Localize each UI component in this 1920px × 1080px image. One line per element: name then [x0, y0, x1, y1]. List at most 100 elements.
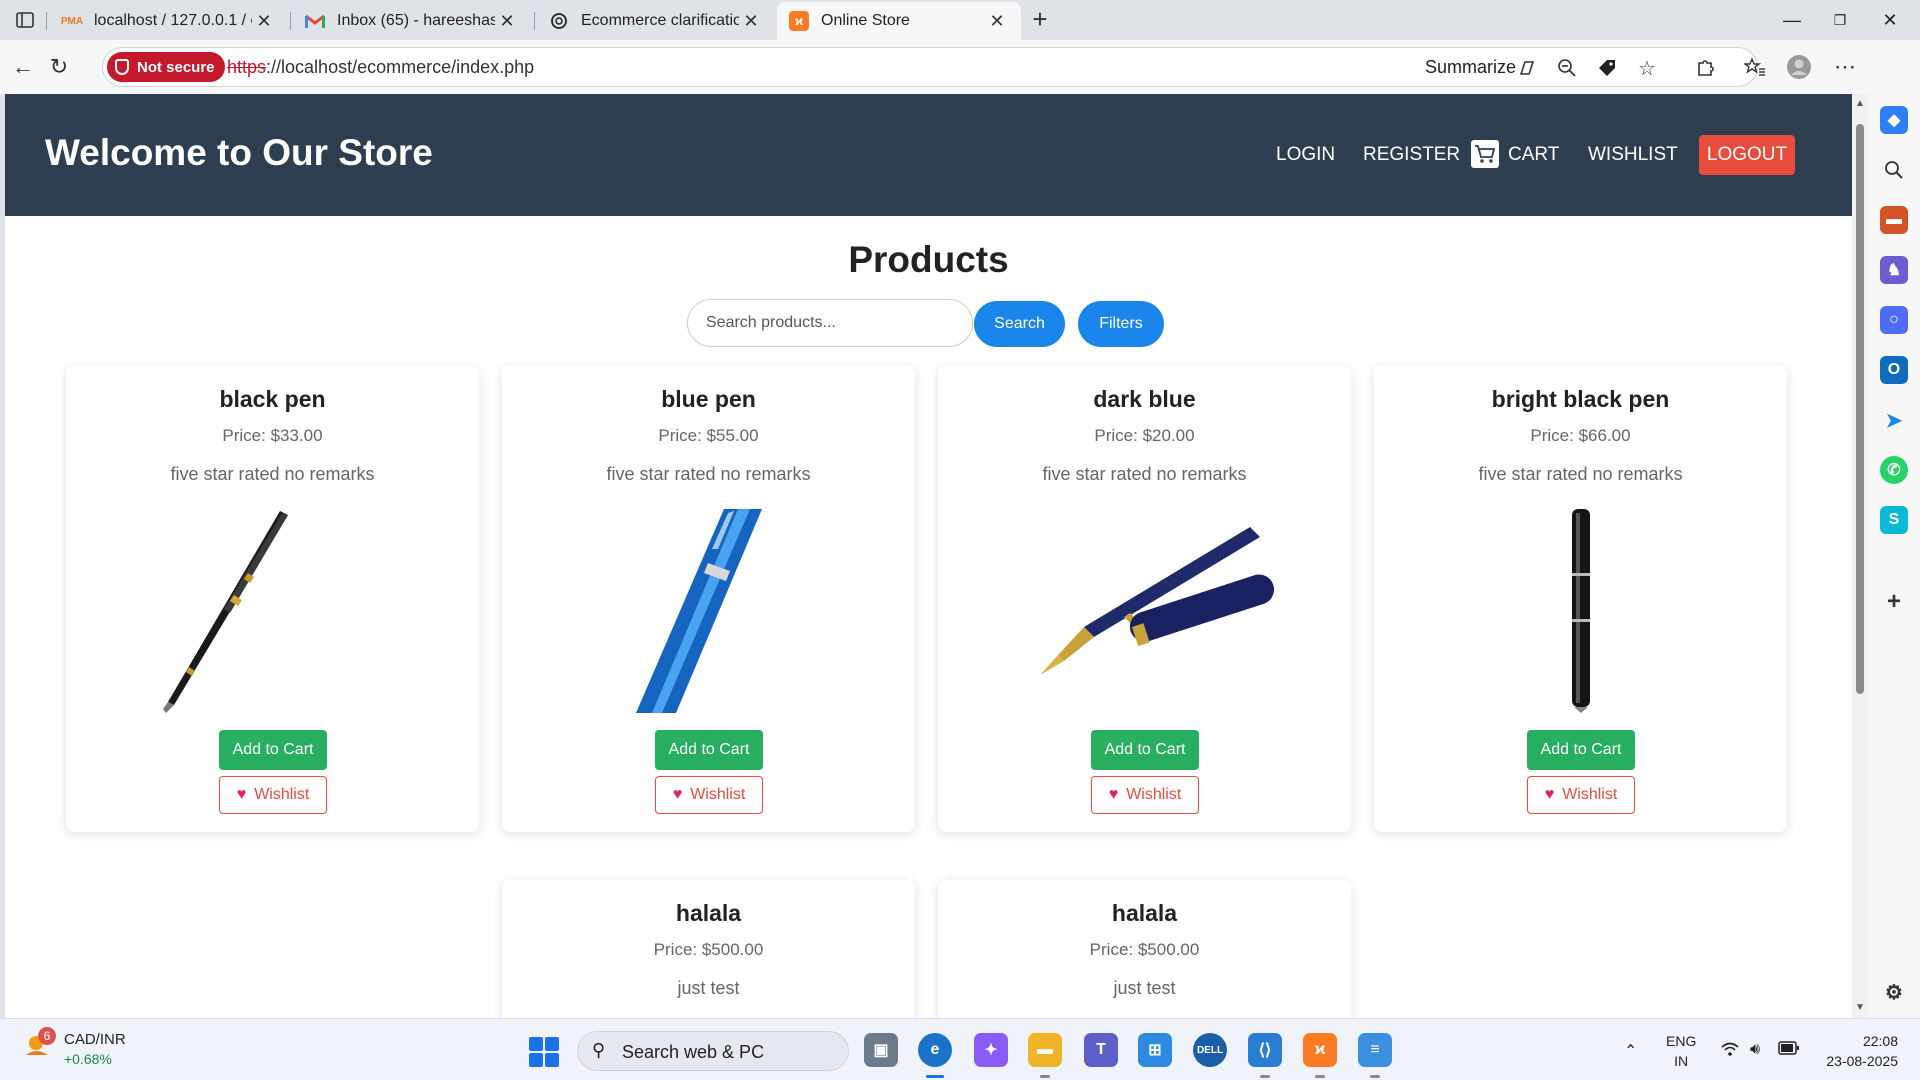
app-s-icon[interactable]: S — [1880, 506, 1908, 534]
dell-icon[interactable]: DELL — [1193, 1033, 1227, 1067]
scrollbar-thumb[interactable] — [1856, 124, 1864, 694]
add-to-cart-button[interactable]: Add to Cart — [655, 730, 763, 770]
site-header: Welcome to Our Store LOGIN REGISTER CART… — [5, 94, 1852, 216]
profile-avatar-icon[interactable] — [1784, 52, 1814, 82]
nav-register-link[interactable]: REGISTER — [1363, 144, 1460, 166]
heart-icon: ♥ — [1108, 786, 1119, 803]
telegram-icon[interactable]: ➤ — [1880, 406, 1908, 434]
close-icon[interactable]: ✕ — [985, 11, 1009, 32]
product-price: Price: $33.00 — [222, 426, 323, 445]
wifi-icon[interactable] — [1720, 1041, 1740, 1062]
page-viewport: Welcome to Our Store LOGIN REGISTER CART… — [5, 94, 1868, 1018]
add-to-cart-button[interactable]: Add to Cart — [1527, 730, 1635, 770]
edge-browser-icon[interactable]: e — [918, 1033, 952, 1067]
whatsapp-icon[interactable]: ✆ — [1880, 456, 1908, 484]
close-window-icon[interactable]: ✕ — [1866, 0, 1914, 40]
wishlist-button[interactable]: ♥ Wishlist — [1527, 776, 1635, 814]
file-explorer-icon[interactable]: ▬ — [1028, 1033, 1062, 1067]
scroll-down-arrow-icon[interactable]: ▼ — [1855, 1002, 1865, 1013]
clock[interactable]: 22:08 23-08-2025 — [1818, 1031, 1898, 1071]
minimize-icon[interactable]: — — [1768, 0, 1816, 40]
notepad-icon[interactable]: ≡ — [1358, 1033, 1392, 1067]
ticker-label[interactable]: CAD/INR — [64, 1031, 126, 1048]
windows-start-icon[interactable] — [529, 1037, 559, 1067]
vscode-icon[interactable]: ⟨⟩ — [1248, 1033, 1282, 1067]
xampp-icon[interactable]: ϰ — [1303, 1033, 1337, 1067]
clock-time: 22:08 — [1862, 1033, 1898, 1049]
search-icon[interactable] — [1880, 156, 1908, 184]
product-description: five star rated no remarks — [606, 464, 811, 484]
summarize-button[interactable]: Summarize — [1425, 57, 1516, 78]
tab-actions-icon[interactable] — [10, 5, 40, 35]
settings-gear-icon[interactable]: ⚙ — [1880, 978, 1908, 1006]
search-button[interactable]: Search — [974, 301, 1065, 347]
nav-wishlist-link[interactable]: WISHLIST — [1588, 144, 1678, 166]
show-hidden-icons-chevron-icon[interactable]: ⌃ — [1624, 1041, 1637, 1061]
product-card: dark blue Price: $20.00 five star rated … — [938, 366, 1351, 832]
outlook-icon[interactable]: O — [1880, 356, 1908, 384]
ticker-change: +0.68% — [64, 1051, 112, 1067]
close-icon[interactable]: ✕ — [739, 11, 763, 32]
new-tab-icon[interactable]: + — [1025, 4, 1055, 34]
product-card: halala Price: $500.00 just test — [502, 880, 915, 1018]
extensions-icon[interactable] — [1690, 52, 1720, 82]
wishlist-button[interactable]: ♥ Wishlist — [1091, 776, 1199, 814]
restore-icon[interactable]: ❐ — [1816, 0, 1864, 40]
product-name: black pen — [219, 386, 326, 412]
tab-chatgpt[interactable]: Ecommerce clarification request ✕ — [537, 2, 775, 40]
coupon-tag-icon[interactable] — [1593, 54, 1621, 82]
more-options-icon[interactable]: ⋯ — [1830, 52, 1860, 82]
product-price: Price: $20.00 — [1094, 426, 1195, 445]
copilot-app-icon[interactable]: ✦ — [974, 1033, 1008, 1067]
copilot-summarize-icon[interactable] — [1513, 54, 1541, 82]
toolbox-icon[interactable]: ▬ — [1880, 206, 1908, 234]
shopping-tag-icon[interactable]: ◆ — [1880, 106, 1908, 134]
back-icon[interactable]: ← — [8, 52, 38, 82]
page-scrollbar[interactable]: ▲ ▼ — [1852, 94, 1868, 1018]
logout-button[interactable]: LOGOUT — [1699, 135, 1795, 175]
product-card: black pen Price: $33.00 five star rated … — [66, 366, 479, 832]
url-text[interactable]: https://localhost/ecommerce/index.php — [227, 57, 534, 78]
product-search-input[interactable] — [687, 299, 973, 347]
favorite-star-icon[interactable]: ☆ — [1633, 54, 1661, 82]
refresh-icon[interactable]: ↻ — [44, 52, 74, 82]
products-heading: Products — [848, 239, 1009, 280]
chess-games-icon[interactable]: ♞ — [1880, 256, 1908, 284]
favorites-icon[interactable] — [1740, 52, 1770, 82]
tab-title: Online Store — [821, 12, 910, 29]
language-indicator[interactable]: ENG IN — [1666, 1031, 1696, 1071]
phpmyadmin-icon: PMA — [60, 15, 84, 27]
product-card: bright black pen Price: $66.00 five star… — [1374, 366, 1787, 832]
teams-icon[interactable]: T — [1084, 1033, 1118, 1067]
wishlist-label: Wishlist — [1562, 786, 1618, 803]
microsoft-store-icon[interactable]: ⊞ — [1138, 1033, 1172, 1067]
tab-phpmyadmin[interactable]: PMA localhost / 127.0.0.1 / ecommerce ✕ — [50, 2, 288, 40]
close-icon[interactable]: ✕ — [252, 11, 276, 32]
language-code: ENG — [1666, 1033, 1697, 1049]
scroll-up-arrow-icon[interactable]: ▲ — [1855, 98, 1865, 109]
product-description: just test — [1113, 978, 1176, 998]
add-to-cart-button[interactable]: Add to Cart — [1091, 730, 1199, 770]
not-secure-badge[interactable]: Not secure — [107, 52, 225, 82]
url-rest: ://localhost/ecommerce/index.php — [266, 57, 535, 77]
zoom-out-icon[interactable] — [1553, 54, 1581, 82]
cart-icon[interactable] — [1471, 140, 1499, 168]
wishlist-button[interactable]: ♥ Wishlist — [219, 776, 327, 814]
close-icon[interactable]: ✕ — [495, 11, 519, 32]
volume-icon[interactable]: 🔊︎ — [1750, 1041, 1760, 1059]
microsoft-365-icon[interactable]: ○ — [1880, 306, 1908, 334]
battery-icon[interactable] — [1778, 1041, 1800, 1060]
nav-login-link[interactable]: LOGIN — [1276, 144, 1335, 166]
wishlist-button[interactable]: ♥ Wishlist — [655, 776, 763, 814]
taskbar-search-box[interactable]: ⚲ Search web & PC — [577, 1031, 849, 1071]
add-sidebar-app-icon[interactable]: + — [1880, 588, 1908, 616]
task-view-icon[interactable]: ▣ — [864, 1033, 898, 1067]
browser-tab-strip: PMA localhost / 127.0.0.1 / ecommerce ✕ … — [0, 0, 1920, 40]
tab-gmail[interactable]: Inbox (65) - hareeshass4@gmail.c ✕ — [293, 2, 531, 40]
tab-online-store[interactable]: ϰ Online Store ✕ — [777, 2, 1021, 40]
add-to-cart-button[interactable]: Add to Cart — [219, 730, 327, 770]
address-bar[interactable]: Not secure https://localhost/ecommerce/i… — [102, 47, 1758, 87]
nav-cart-link[interactable]: CART — [1508, 144, 1559, 166]
url-scheme: https — [227, 57, 267, 77]
filters-button[interactable]: Filters — [1078, 301, 1164, 347]
